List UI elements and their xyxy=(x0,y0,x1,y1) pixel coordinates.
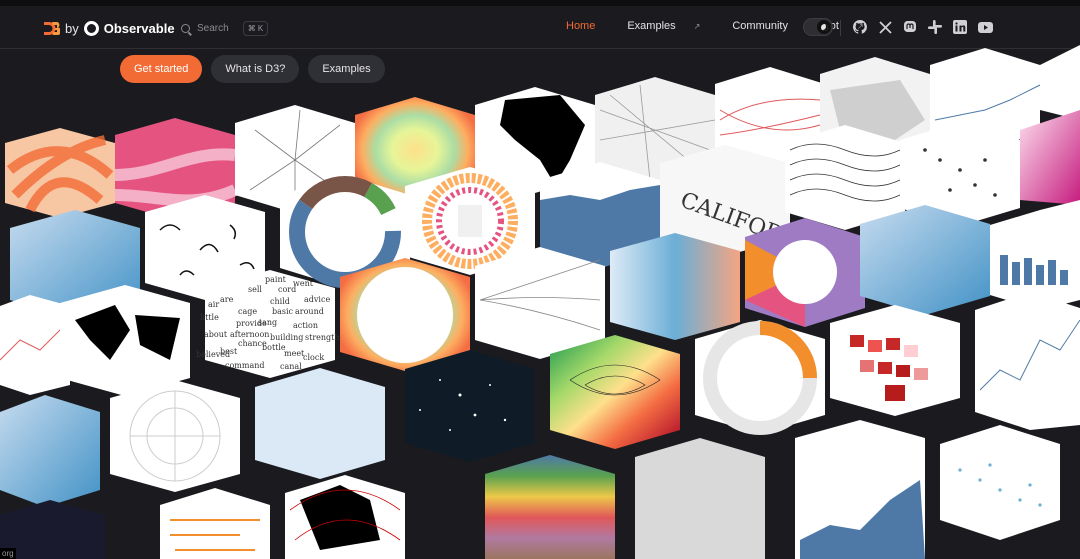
brand[interactable]: by Observable xyxy=(43,18,175,38)
hero-buttons: Get started What is D3? Examples xyxy=(120,55,394,83)
hex-usa-choropleth[interactable] xyxy=(860,205,990,315)
get-started-button[interactable]: Get started xyxy=(120,55,203,83)
nav-examples[interactable]: Examples ↗ xyxy=(627,20,716,32)
hex-dot-pattern[interactable] xyxy=(1040,45,1080,120)
nav-links: Home Examples↗ Community Plot↗ xyxy=(566,20,896,32)
brand-by: by xyxy=(65,20,79,36)
hex-tile-map[interactable] xyxy=(0,395,100,507)
hex-scatter-blue[interactable] xyxy=(940,425,1060,540)
brand-name: Observable xyxy=(103,20,175,36)
slack-icon[interactable] xyxy=(927,19,943,35)
hex-contour-map[interactable] xyxy=(550,335,680,449)
hero-hexagon-gallery: CALIFORNIA xyxy=(0,45,1080,559)
word-cloud-words: paint sell cord went air are child advic… xyxy=(196,275,340,371)
linkedin-icon[interactable] xyxy=(952,19,968,35)
observable-logo-icon xyxy=(83,20,99,36)
moon-icon xyxy=(820,23,828,31)
search-icon xyxy=(181,23,190,33)
x-icon[interactable] xyxy=(877,19,893,35)
hex-ridgeline[interactable] xyxy=(785,125,905,230)
hex-stock-lines[interactable] xyxy=(0,295,70,395)
examples-button[interactable]: Examples xyxy=(308,55,385,83)
hex-bubble-gray[interactable] xyxy=(635,438,765,559)
hex-tree-links[interactable] xyxy=(475,247,605,359)
mastodon-icon[interactable] xyxy=(902,19,918,35)
hex-orange-timeline[interactable] xyxy=(160,488,270,559)
theme-toggle[interactable] xyxy=(803,18,833,36)
hex-blue-heatmap[interactable] xyxy=(610,233,740,340)
external-link-icon: ↗ xyxy=(693,22,701,31)
search-shortcut: ⌘ K xyxy=(242,20,269,36)
top-navbar: by Observable Search ⌘ K Home Examples ↗ … xyxy=(0,6,1080,49)
nav-community[interactable]: Community xyxy=(732,20,804,32)
hex-streamgraph[interactable] xyxy=(485,455,615,559)
social-links xyxy=(852,19,1002,35)
search-label: Search xyxy=(197,22,229,34)
hex-streamlines[interactable] xyxy=(255,368,385,479)
hex-line-band[interactable] xyxy=(975,292,1080,430)
theme-knob xyxy=(817,20,831,34)
search-button[interactable]: Search ⌘ K xyxy=(181,17,271,39)
nav-divider xyxy=(840,20,841,36)
hex-star-map[interactable] xyxy=(405,350,535,462)
hex-dark-scatter[interactable] xyxy=(0,500,105,559)
d3-logo-icon xyxy=(44,21,60,35)
youtube-icon[interactable] xyxy=(977,19,993,35)
url-fragment: org xyxy=(0,548,16,559)
github-icon[interactable] xyxy=(852,19,868,35)
nav-home[interactable]: Home xyxy=(566,20,611,32)
what-is-d3-button[interactable]: What is D3? xyxy=(211,55,300,83)
